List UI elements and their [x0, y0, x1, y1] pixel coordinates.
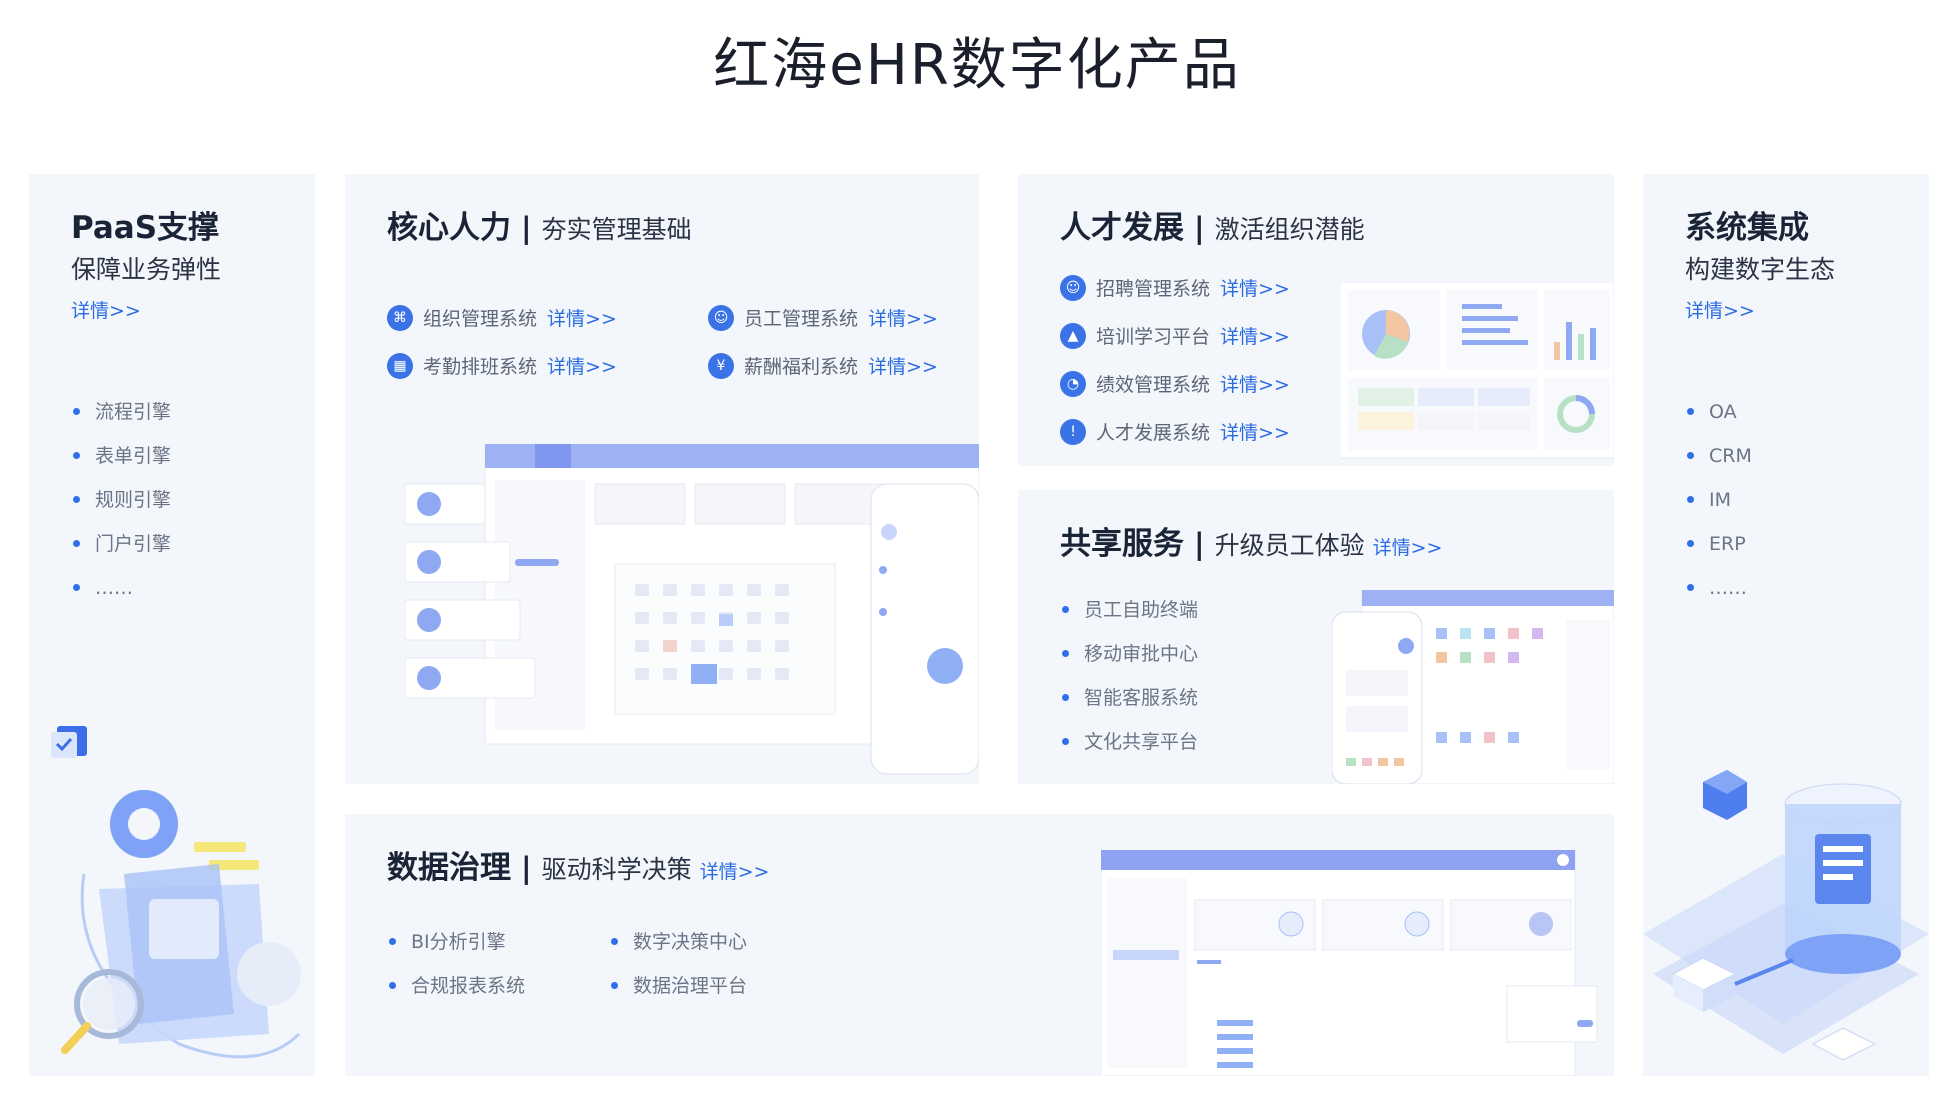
- calendar-icon: ▦: [387, 352, 413, 379]
- recruit-detail-link[interactable]: 详情>>: [1220, 274, 1290, 301]
- core-system-payroll: ¥ 薪酬福利系统 详情>>: [708, 352, 938, 379]
- list-item: 门户引擎: [71, 532, 171, 576]
- talent-system-development: ! 人才发展系统 详情>>: [1060, 418, 1290, 445]
- training-detail-link[interactable]: 详情>>: [1220, 322, 1290, 349]
- list-item: 员工自助终端: [1060, 598, 1198, 642]
- system-label: 员工管理系统: [744, 308, 859, 330]
- list-item: 文化共享平台: [1060, 730, 1198, 774]
- org-detail-link[interactable]: 详情>>: [547, 304, 617, 331]
- paas-engine-list: 流程引擎 表单引擎 规则引擎 门户引擎 ……: [71, 400, 171, 620]
- paas-title: PaaS支撑: [71, 210, 220, 246]
- list-item: 合规报表系统: [387, 974, 525, 1018]
- talent-card: 人才发展 | 激活组织潜能 ☺ 招聘管理系统 详情>> ▲ 培训学习平台 详情>…: [1018, 174, 1614, 466]
- list-item: IM: [1685, 488, 1752, 532]
- list-item: CRM: [1685, 444, 1752, 488]
- list-item: BI分析引擎: [387, 930, 525, 974]
- paas-card: PaaS支撑 保障业务弹性 详情>> 流程引擎 表单引擎 规则引擎 门户引擎 ……: [29, 174, 315, 1076]
- sys-subtitle: 构建数字生态: [1685, 255, 1836, 284]
- data-detail-link[interactable]: 详情>>: [700, 857, 770, 884]
- list-item: 流程引擎: [71, 400, 171, 444]
- sys-integration-list: OA CRM IM ERP ……: [1685, 400, 1752, 620]
- attendance-detail-link[interactable]: 详情>>: [547, 352, 617, 379]
- page-title: 红海eHR数字化产品: [713, 33, 1241, 98]
- core-system-employee: ☺ 员工管理系统 详情>>: [708, 304, 938, 331]
- system-label: 招聘管理系统: [1096, 278, 1211, 300]
- talent-system-training: ▲ 培训学习平台 详情>>: [1060, 322, 1290, 349]
- talent-system-recruit: ☺ 招聘管理系统 详情>>: [1060, 274, 1290, 301]
- data-title: 数据治理: [387, 850, 511, 886]
- system-label: 组织管理系统: [423, 308, 538, 330]
- org-icon: ⌘: [387, 304, 413, 331]
- talent-subtitle: 激活组织潜能: [1214, 215, 1365, 244]
- system-label: 考勤排班系统: [423, 356, 538, 378]
- list-item: 智能客服系统: [1060, 686, 1198, 730]
- data-separator: |: [521, 851, 532, 885]
- share-header: 共享服务 | 升级员工体验 详情>>: [1060, 518, 1442, 563]
- performance-detail-link[interactable]: 详情>>: [1220, 370, 1290, 397]
- graduation-cap-icon: ▲: [1060, 322, 1086, 349]
- recruit-icon: ☺: [1060, 274, 1086, 301]
- core-header: 核心人力 | 夯实管理基础: [387, 202, 692, 247]
- system-label: 人才发展系统: [1096, 422, 1211, 444]
- sys-detail-link[interactable]: 详情>>: [1685, 296, 1755, 323]
- core-title: 核心人力: [387, 210, 511, 246]
- development-detail-link[interactable]: 详情>>: [1220, 418, 1290, 445]
- paas-subtitle: 保障业务弹性: [71, 255, 222, 284]
- thermometer-icon: !: [1060, 418, 1086, 445]
- analytics-dashboard-illustration: [1340, 282, 1614, 459]
- data-governance-card: 数据治理 | 驱动科学决策 详情>> BI分析引擎 合规报表系统 数字决策中心 …: [345, 814, 1614, 1076]
- core-system-attendance: ▦ 考勤排班系统 详情>>: [387, 352, 617, 379]
- talent-separator: |: [1194, 211, 1205, 245]
- yen-icon: ¥: [708, 352, 734, 379]
- list-item: ……: [71, 576, 171, 620]
- dashboard-illustration: [405, 444, 979, 775]
- payroll-detail-link[interactable]: 详情>>: [868, 352, 938, 379]
- data-subtitle: 驱动科学决策: [541, 855, 692, 884]
- list-item: ERP: [1685, 532, 1752, 576]
- shared-services-card: 共享服务 | 升级员工体验 详情>> 员工自助终端 移动审批中心 智能客服系统 …: [1018, 490, 1614, 784]
- list-item: 表单引擎: [71, 444, 171, 488]
- system-label: 绩效管理系统: [1096, 374, 1211, 396]
- user-icon: ☺: [708, 304, 734, 331]
- data-list-col1: BI分析引擎 合规报表系统: [387, 930, 525, 1018]
- employee-detail-link[interactable]: 详情>>: [868, 304, 938, 331]
- list-item: OA: [1685, 400, 1752, 444]
- share-service-list: 员工自助终端 移动审批中心 智能客服系统 文化共享平台: [1060, 598, 1198, 774]
- data-header: 数据治理 | 驱动科学决策 详情>>: [387, 842, 769, 887]
- list-item: 移动审批中心: [1060, 642, 1198, 686]
- paas-detail-link[interactable]: 详情>>: [71, 296, 141, 323]
- share-subtitle: 升级员工体验: [1214, 531, 1365, 560]
- talent-header: 人才发展 | 激活组织潜能: [1060, 202, 1365, 247]
- list-item: 规则引擎: [71, 488, 171, 532]
- core-system-org: ⌘ 组织管理系统 详情>>: [387, 304, 617, 331]
- system-label: 薪酬福利系统: [744, 356, 859, 378]
- share-title: 共享服务: [1060, 526, 1184, 562]
- list-item: ……: [1685, 576, 1752, 620]
- talent-system-performance: ◔ 绩效管理系统 详情>>: [1060, 370, 1290, 397]
- data-report-illustration: [1101, 850, 1598, 1076]
- core-hr-card: 核心人力 | 夯实管理基础 ⌘ 组织管理系统 详情>> ☺ 员工管理系统 详情>…: [345, 174, 979, 784]
- talent-title: 人才发展: [1060, 210, 1184, 246]
- core-subtitle: 夯实管理基础: [541, 215, 692, 244]
- share-detail-link[interactable]: 详情>>: [1373, 533, 1443, 560]
- list-item: 数字决策中心: [609, 930, 747, 974]
- sys-title: 系统集成: [1685, 210, 1809, 246]
- share-separator: |: [1194, 527, 1205, 561]
- data-list-col2: 数字决策中心 数据治理平台: [609, 930, 747, 1018]
- system-label: 培训学习平台: [1096, 326, 1211, 348]
- folder-magnifier-illustration: [51, 726, 301, 1059]
- system-integration-card: 系统集成 构建数字生态 详情>> OA CRM IM ERP ……: [1643, 174, 1929, 1076]
- list-item: 数据治理平台: [609, 974, 747, 1018]
- pie-chart-icon: ◔: [1060, 370, 1086, 397]
- server-cylinder-illustration: [1643, 770, 1929, 1061]
- core-separator: |: [521, 211, 532, 245]
- self-service-illustration: [1332, 590, 1614, 784]
